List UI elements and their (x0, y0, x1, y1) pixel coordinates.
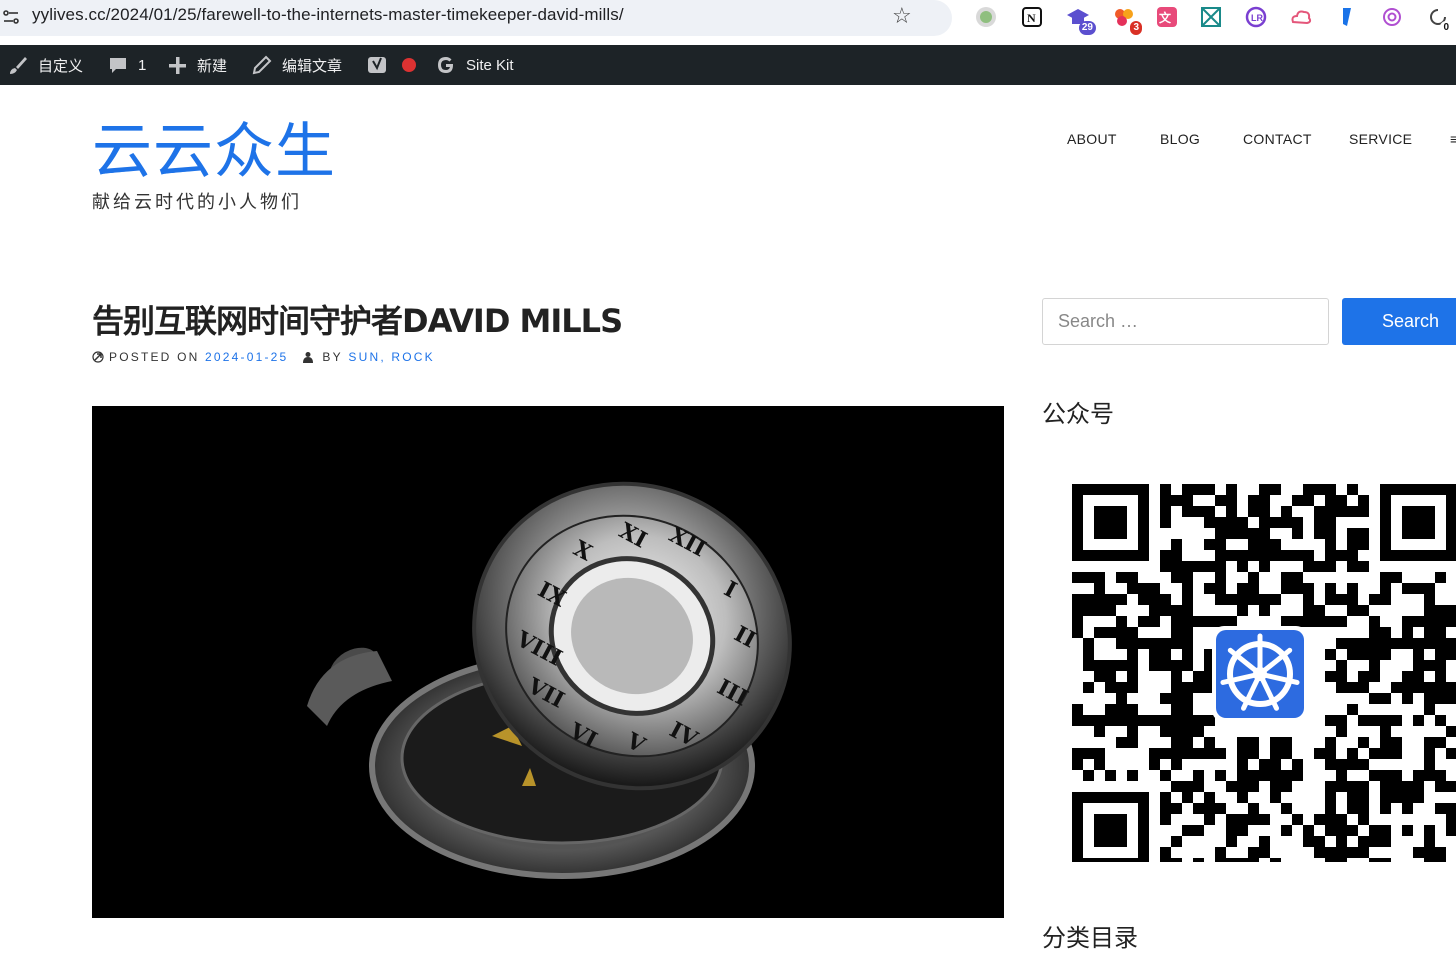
circle-ext-icon[interactable] (974, 5, 998, 29)
nav-contact[interactable]: CONTACT (1243, 131, 1312, 147)
new-content-link[interactable]: 新建 (168, 45, 227, 85)
customize-link[interactable]: 自定义 (8, 45, 83, 85)
tag-ext-icon[interactable] (1334, 5, 1358, 29)
graduation-ext-icon[interactable]: 29 (1066, 5, 1096, 35)
nav-service[interactable]: SERVICE (1349, 131, 1412, 147)
yoast-icon (368, 57, 386, 73)
new-label: 新建 (197, 57, 228, 75)
seo-status-dot-icon (402, 58, 416, 72)
pocket-watch-image: XII I II III IV V VI VII VIII IX X XI (307, 481, 792, 879)
comment-icon (110, 58, 126, 73)
url-text[interactable]: yylives.cc/2024/01/25/farewell-to-the-in… (32, 5, 624, 25)
site-kit-link[interactable]: Site Kit (436, 45, 514, 85)
widget-title-wechat: 公众号 (1042, 400, 1114, 428)
search-input[interactable]: Search … (1042, 298, 1329, 345)
edit-post-link[interactable]: 编辑文章 (252, 45, 342, 85)
site-kit-label: Site Kit (466, 56, 514, 74)
by-label: BY (322, 350, 343, 364)
google-g-icon (438, 57, 453, 73)
paintbrush-icon (10, 57, 27, 74)
posted-on-label: POSTED ON (109, 350, 200, 364)
svg-text:LR: LR (1251, 13, 1263, 23)
translate-ext-icon[interactable]: 文 (1155, 5, 1179, 29)
cloud-ext-icon[interactable] (1289, 5, 1313, 29)
dots-ext-icon[interactable]: 3 (1112, 5, 1142, 35)
notion-ext-icon[interactable]: N (1020, 5, 1044, 29)
svg-text:N: N (1027, 11, 1036, 25)
address-bar[interactable]: yylives.cc/2024/01/25/farewell-to-the-in… (0, 0, 952, 36)
site-description: 献给云时代的小人物们 (92, 192, 302, 213)
nav-about[interactable]: ABOUT (1067, 131, 1117, 147)
site-info-icon[interactable] (2, 8, 20, 26)
author-link[interactable]: SUN, ROCK (348, 350, 434, 364)
nav-blog[interactable]: BLOG (1160, 131, 1200, 147)
featured-image: XII I II III IV V VI VII VIII IX X XI (92, 406, 1004, 918)
lr-ext-icon[interactable]: LR (1244, 5, 1268, 29)
wechat-qr-code (1072, 484, 1456, 862)
nav-more-icon[interactable]: ≡ (1450, 131, 1456, 147)
user-icon (303, 352, 314, 363)
clock-ext-icon[interactable]: 0 (1426, 5, 1452, 35)
post-date-link[interactable]: 2024-01-25 (205, 350, 288, 364)
yoast-menu[interactable] (367, 45, 427, 85)
comments-count: 1 (138, 56, 147, 74)
wp-admin-bar: 自定义 1 新建 编辑文章 Site Kit (0, 45, 1456, 85)
post-meta: POSTED ON 2024-01-25 BY SUN, ROCK (92, 350, 435, 364)
widget-title-categories: 分类目录 (1042, 924, 1138, 952)
openai-ext-icon[interactable] (1380, 5, 1404, 29)
pencil-icon (252, 55, 272, 75)
svg-text:文: 文 (1159, 10, 1172, 25)
grid-ext-icon[interactable] (1199, 5, 1223, 29)
ext-badge: 0 (1440, 21, 1452, 35)
customize-label: 自定义 (38, 57, 84, 75)
ext-badge: 3 (1130, 21, 1142, 35)
edit-post-label: 编辑文章 (282, 57, 343, 75)
post-title: 告别互联网时间守护者DAVID MILLS (92, 302, 623, 340)
ext-badge: 29 (1078, 21, 1096, 35)
comments-link[interactable]: 1 (108, 45, 146, 85)
browser-toolbar: yylives.cc/2024/01/25/farewell-to-the-in… (0, 0, 1456, 45)
link-icon (92, 351, 104, 363)
search-button[interactable]: Search (1342, 298, 1456, 345)
qr-code-image (1072, 484, 1456, 862)
site-title[interactable]: 云云众生 (92, 116, 336, 188)
bookmark-star-icon[interactable]: ☆ (892, 4, 912, 29)
plus-icon (169, 56, 186, 74)
